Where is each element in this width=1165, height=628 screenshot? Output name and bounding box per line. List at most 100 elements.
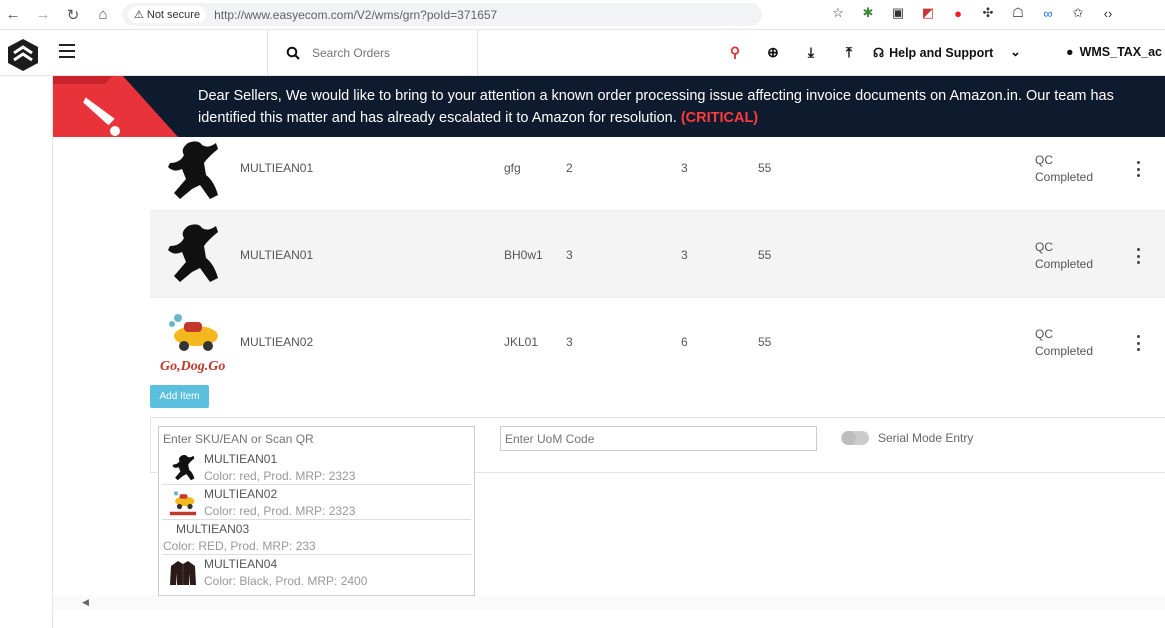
table-row: MULTIEAN01 BH0w1 3 3 55 QC Completed xyxy=(150,211,1165,298)
extension-icons: ☆ ✱ ▣ ◩ ● ✣ ☖ ∞ ✩ ‹› xyxy=(830,5,1116,21)
suggestion-item[interactable]: MULTIEAN04 Color: Black, Prod. MRP: 2400 xyxy=(162,555,471,590)
item-qty-ordered: 3 xyxy=(566,248,573,262)
warning-icon: ⚠ xyxy=(134,9,144,21)
browser-toolbar: ← → ↻ ⌂ ⚠ Not secure http://www.easyecom… xyxy=(0,0,1165,30)
headset-icon: ☊ xyxy=(873,46,885,60)
menu-icon[interactable] xyxy=(59,44,75,58)
item-qty-received: 3 xyxy=(681,161,688,175)
item-sku: MULTIEAN01 xyxy=(240,161,314,175)
upload-icon[interactable]: ⤒ xyxy=(841,44,857,60)
not-secure-chip[interactable]: ⚠ Not secure xyxy=(128,6,207,23)
svg-text:Go,Dog.Go!: Go,Dog.Go! xyxy=(160,359,226,374)
search-orders-input[interactable] xyxy=(312,46,452,60)
item-qty-received: 3 xyxy=(681,248,688,262)
suggestion-name: MULTIEAN01 xyxy=(204,452,278,466)
go-dog-go-icon xyxy=(169,491,197,516)
critical-tag: (CRITICAL) xyxy=(680,110,759,126)
forward-icon[interactable]: → xyxy=(32,4,54,26)
bookmark-star-icon[interactable]: ☆ xyxy=(830,5,846,21)
search-icon[interactable] xyxy=(286,46,300,60)
item-qty-received: 6 xyxy=(681,335,688,349)
puzzle-extension-icon[interactable]: ✣ xyxy=(980,5,996,21)
back-icon[interactable]: ← xyxy=(2,4,24,26)
opera-extension-icon[interactable]: ● xyxy=(950,5,966,21)
serial-mode-toggle[interactable] xyxy=(841,431,869,445)
header-actions: ⚲ ⊕ ⤓ ⤒ xyxy=(727,44,857,60)
status-line: Completed xyxy=(1035,344,1094,358)
search-bar xyxy=(267,30,478,76)
url-text: http://www.easyecom.com/V2/wms/grn?poId=… xyxy=(214,7,498,22)
dancer-silhouette-icon xyxy=(172,455,195,481)
row-actions-icon[interactable] xyxy=(1132,246,1144,266)
item-code: JKL01 xyxy=(504,335,539,349)
alert-message: Dear Sellers, We would like to bring to … xyxy=(198,85,1148,129)
serial-mode-label: Serial Mode Entry xyxy=(878,431,974,445)
suggestion-meta: Color: red, Prod. MRP: 2323 xyxy=(204,504,356,518)
help-label: Help and Support xyxy=(889,45,994,60)
black-jacket-icon xyxy=(170,561,196,585)
left-sidebar xyxy=(0,76,53,628)
alert-message-text: Dear Sellers, We would like to bring to … xyxy=(198,88,1114,126)
status-line: Completed xyxy=(1035,170,1094,184)
go-dog-go-icon: Go,Dog.Go! xyxy=(160,314,226,374)
status-line: QC xyxy=(1035,240,1053,254)
status-badge: QC Completed xyxy=(1035,326,1093,360)
color-extension-icon[interactable]: ◩ xyxy=(920,5,936,21)
horizontal-scrollbar[interactable] xyxy=(53,596,1165,610)
address-bar[interactable]: ⚠ Not secure http://www.easyecom.com/V2/… xyxy=(122,3,762,26)
sku-ean-input[interactable] xyxy=(158,426,475,451)
bug-extension-icon[interactable]: ✱ xyxy=(860,5,876,21)
item-code: BH0w1 xyxy=(504,248,543,262)
table-row: Go,Dog.Go! MULTIEAN02 JKL01 3 6 55 QC Co… xyxy=(150,298,1165,384)
suggestion-name: MULTIEAN02 xyxy=(204,487,278,501)
help-and-support-button[interactable]: ☊ Help and Support xyxy=(873,45,994,61)
scroll-left-icon[interactable]: ◀ xyxy=(82,597,89,608)
status-line: QC xyxy=(1035,153,1053,167)
app-header: ⚲ ⊕ ⤓ ⤒ ☊ Help and Support ⌄ ● WMS_TAX_a… xyxy=(0,30,1165,76)
suggestion-meta: Color: RED, Prod. MRP: 233 xyxy=(163,539,316,553)
devtools-code-icon[interactable]: ‹› xyxy=(1100,5,1116,21)
item-price: 55 xyxy=(758,161,772,175)
download-icon[interactable]: ⤓ xyxy=(803,44,819,60)
item-sku: MULTIEAN01 xyxy=(240,248,314,262)
suggestion-item[interactable]: MULTIEAN02 Color: red, Prod. MRP: 2323 xyxy=(162,485,471,520)
glasses-extension-icon[interactable]: ∞ xyxy=(1040,5,1056,21)
status-line: QC xyxy=(1035,327,1053,341)
item-qty-ordered: 3 xyxy=(566,335,573,349)
status-line: Completed xyxy=(1035,257,1094,271)
critical-warning-icon xyxy=(53,76,178,137)
suggestion-name: MULTIEAN04 xyxy=(204,557,278,571)
easyecom-logo-icon[interactable] xyxy=(6,38,40,72)
search-plus-icon[interactable]: ⚲ xyxy=(727,44,743,60)
suggestion-meta: Color: red, Prod. MRP: 2323 xyxy=(204,469,356,483)
dancer-silhouette-icon xyxy=(168,141,218,199)
screen-extension-icon[interactable]: ▣ xyxy=(890,5,906,21)
user-icon: ● xyxy=(1066,45,1074,59)
row-actions-icon[interactable] xyxy=(1132,159,1144,179)
user-menu[interactable]: ● WMS_TAX_ac xyxy=(1066,45,1162,59)
not-secure-label: Not secure xyxy=(146,8,201,21)
suggestion-item[interactable]: MULTIEAN03 Color: RED, Prod. MRP: 233 xyxy=(162,520,471,555)
item-code: gfg xyxy=(504,161,521,175)
item-price: 55 xyxy=(758,248,772,262)
add-item-button[interactable]: Add Item xyxy=(150,385,209,408)
alert-banner: Dear Sellers, We would like to bring to … xyxy=(53,76,1165,137)
suggestion-item[interactable]: MULTIEAN01 Color: red, Prod. MRP: 2323 xyxy=(162,450,471,485)
reload-icon[interactable]: ↻ xyxy=(62,4,84,26)
incognito-icon[interactable]: ☖ xyxy=(1010,5,1026,21)
table-row: MULTIEAN01 gfg 2 3 55 QC Completed xyxy=(150,137,1165,211)
item-sku: MULTIEAN02 xyxy=(240,335,314,349)
status-badge: QC Completed xyxy=(1035,239,1093,273)
grn-items-table: MULTIEAN01 gfg 2 3 55 QC Completed MULTI… xyxy=(150,137,1165,384)
favorites-icon[interactable]: ✩ xyxy=(1070,5,1086,21)
add-circle-icon[interactable]: ⊕ xyxy=(765,44,781,60)
chevron-down-icon[interactable]: ⌄ xyxy=(1010,44,1021,60)
user-name: WMS_TAX_ac xyxy=(1079,45,1162,59)
item-qty-ordered: 2 xyxy=(566,161,573,175)
row-actions-icon[interactable] xyxy=(1132,333,1144,353)
uom-code-input[interactable] xyxy=(500,426,817,451)
dancer-silhouette-icon xyxy=(168,224,218,282)
suggestion-name: MULTIEAN03 xyxy=(176,522,250,536)
sku-suggestions-dropdown: MULTIEAN01 Color: red, Prod. MRP: 2323 M… xyxy=(158,450,475,596)
home-icon[interactable]: ⌂ xyxy=(92,4,114,26)
